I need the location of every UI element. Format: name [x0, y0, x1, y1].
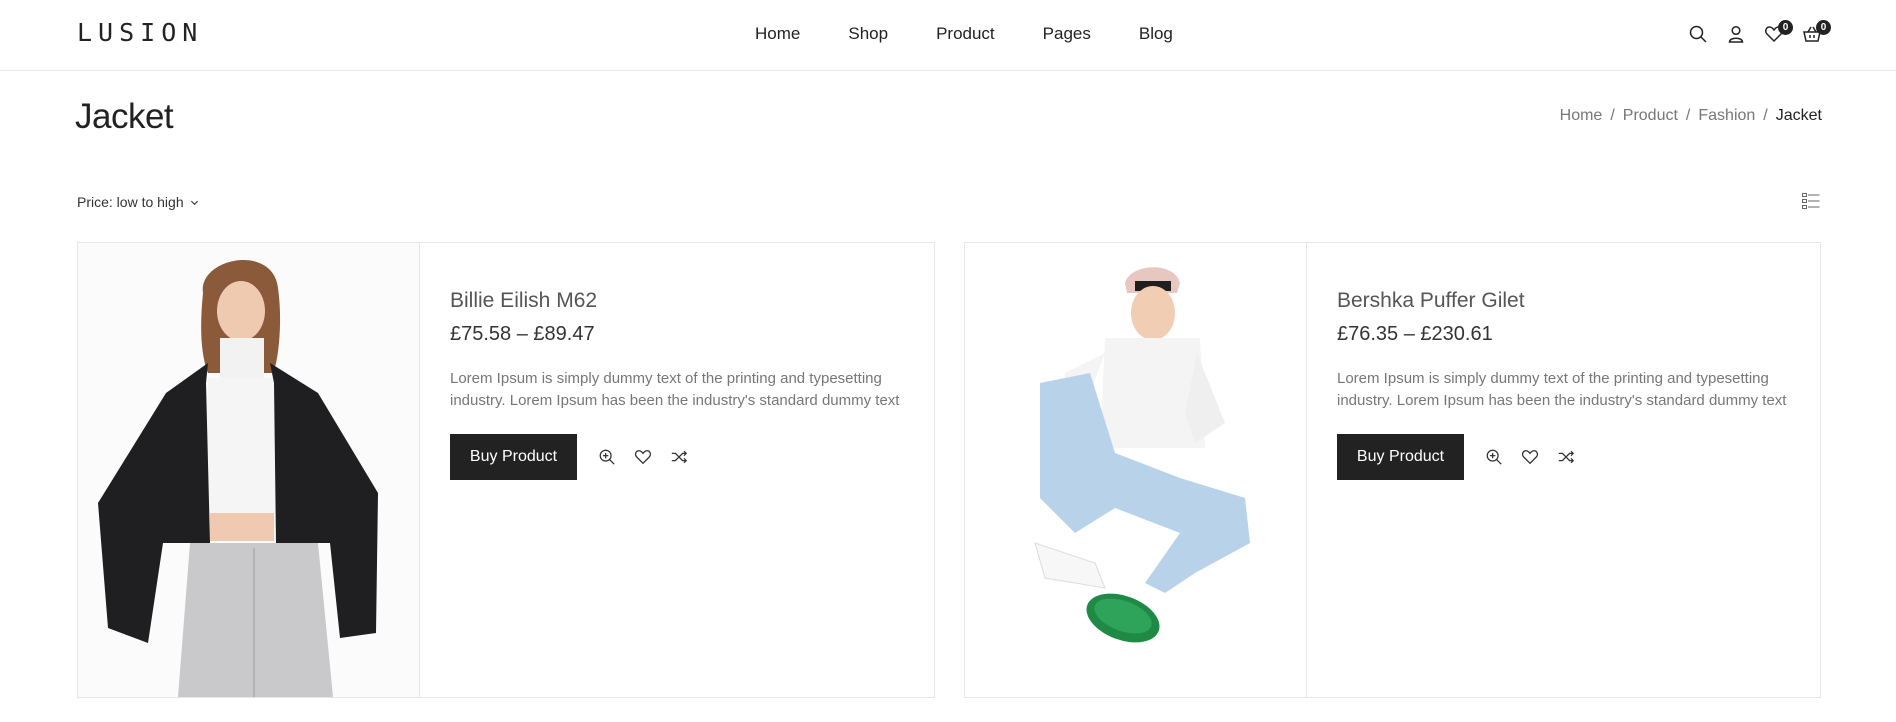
breadcrumb-separator: / — [1763, 107, 1768, 124]
product-info: Bershka Puffer Gilet £76.35 – £230.61 Lo… — [1337, 289, 1796, 480]
zoom-in-icon[interactable] — [1484, 447, 1504, 467]
product-price: £75.58 – £89.47 — [450, 323, 595, 345]
breadcrumb-home[interactable]: Home — [1560, 107, 1603, 125]
user-icon[interactable] — [1726, 24, 1748, 46]
product-actions: Buy Product — [450, 434, 910, 480]
wishlist-heart-icon[interactable]: 0 — [1764, 20, 1793, 46]
buy-product-button[interactable]: Buy Product — [450, 434, 577, 480]
nav-item-pages[interactable]: Pages — [1043, 24, 1091, 44]
wishlist-count-badge: 0 — [1778, 20, 1793, 35]
site-logo[interactable]: LUSION — [77, 18, 203, 47]
list-view-icon[interactable] — [1802, 193, 1820, 209]
sort-label: Price: low to high — [77, 194, 184, 210]
nav-item-home[interactable]: Home — [755, 24, 800, 44]
search-icon[interactable] — [1688, 24, 1710, 46]
product-card: Billie Eilish M62 £75.58 – £89.47 Lorem … — [77, 242, 935, 698]
wishlist-heart-icon[interactable] — [1520, 447, 1540, 467]
product-image[interactable] — [78, 243, 420, 697]
buy-product-button[interactable]: Buy Product — [1337, 434, 1464, 480]
breadcrumb: Home / Product / Fashion / Jacket — [1560, 107, 1822, 125]
zoom-in-icon[interactable] — [597, 447, 617, 467]
site-header: LUSION Home Shop Product Pages Blog 0 0 — [0, 0, 1896, 71]
product-actions: Buy Product — [1337, 434, 1796, 480]
breadcrumb-product[interactable]: Product — [1623, 107, 1678, 125]
product-info: Billie Eilish M62 £75.58 – £89.47 Lorem … — [450, 289, 910, 480]
sort-dropdown[interactable]: Price: low to high — [77, 194, 199, 210]
product-card: Bershka Puffer Gilet £76.35 – £230.61 Lo… — [964, 242, 1821, 698]
product-name[interactable]: Bershka Puffer Gilet — [1337, 289, 1796, 313]
chevron-down-icon — [190, 200, 198, 205]
compare-shuffle-icon[interactable] — [669, 447, 689, 467]
breadcrumb-separator: / — [1685, 107, 1691, 124]
compare-shuffle-icon[interactable] — [1556, 447, 1576, 467]
main-nav: Home Shop Product Pages Blog — [755, 24, 1221, 44]
breadcrumb-current: Jacket — [1775, 107, 1822, 124]
header-icons: 0 0 — [1672, 20, 1831, 46]
wishlist-heart-icon[interactable] — [633, 447, 653, 467]
breadcrumb-separator: / — [1610, 107, 1615, 124]
product-description: Lorem Ipsum is simply dummy text of the … — [1337, 370, 1787, 409]
product-price: £76.35 – £230.61 — [1337, 323, 1493, 345]
nav-item-product[interactable]: Product — [936, 24, 995, 44]
nav-item-shop[interactable]: Shop — [848, 24, 888, 44]
product-name[interactable]: Billie Eilish M62 — [450, 289, 910, 313]
product-image[interactable] — [965, 243, 1307, 697]
breadcrumb-fashion[interactable]: Fashion — [1698, 107, 1755, 125]
nav-item-blog[interactable]: Blog — [1139, 24, 1173, 44]
cart-basket-icon[interactable]: 0 — [1802, 20, 1831, 46]
cart-count-badge: 0 — [1816, 20, 1831, 35]
page-title: Jacket — [75, 97, 174, 136]
product-description: Lorem Ipsum is simply dummy text of the … — [450, 370, 900, 409]
